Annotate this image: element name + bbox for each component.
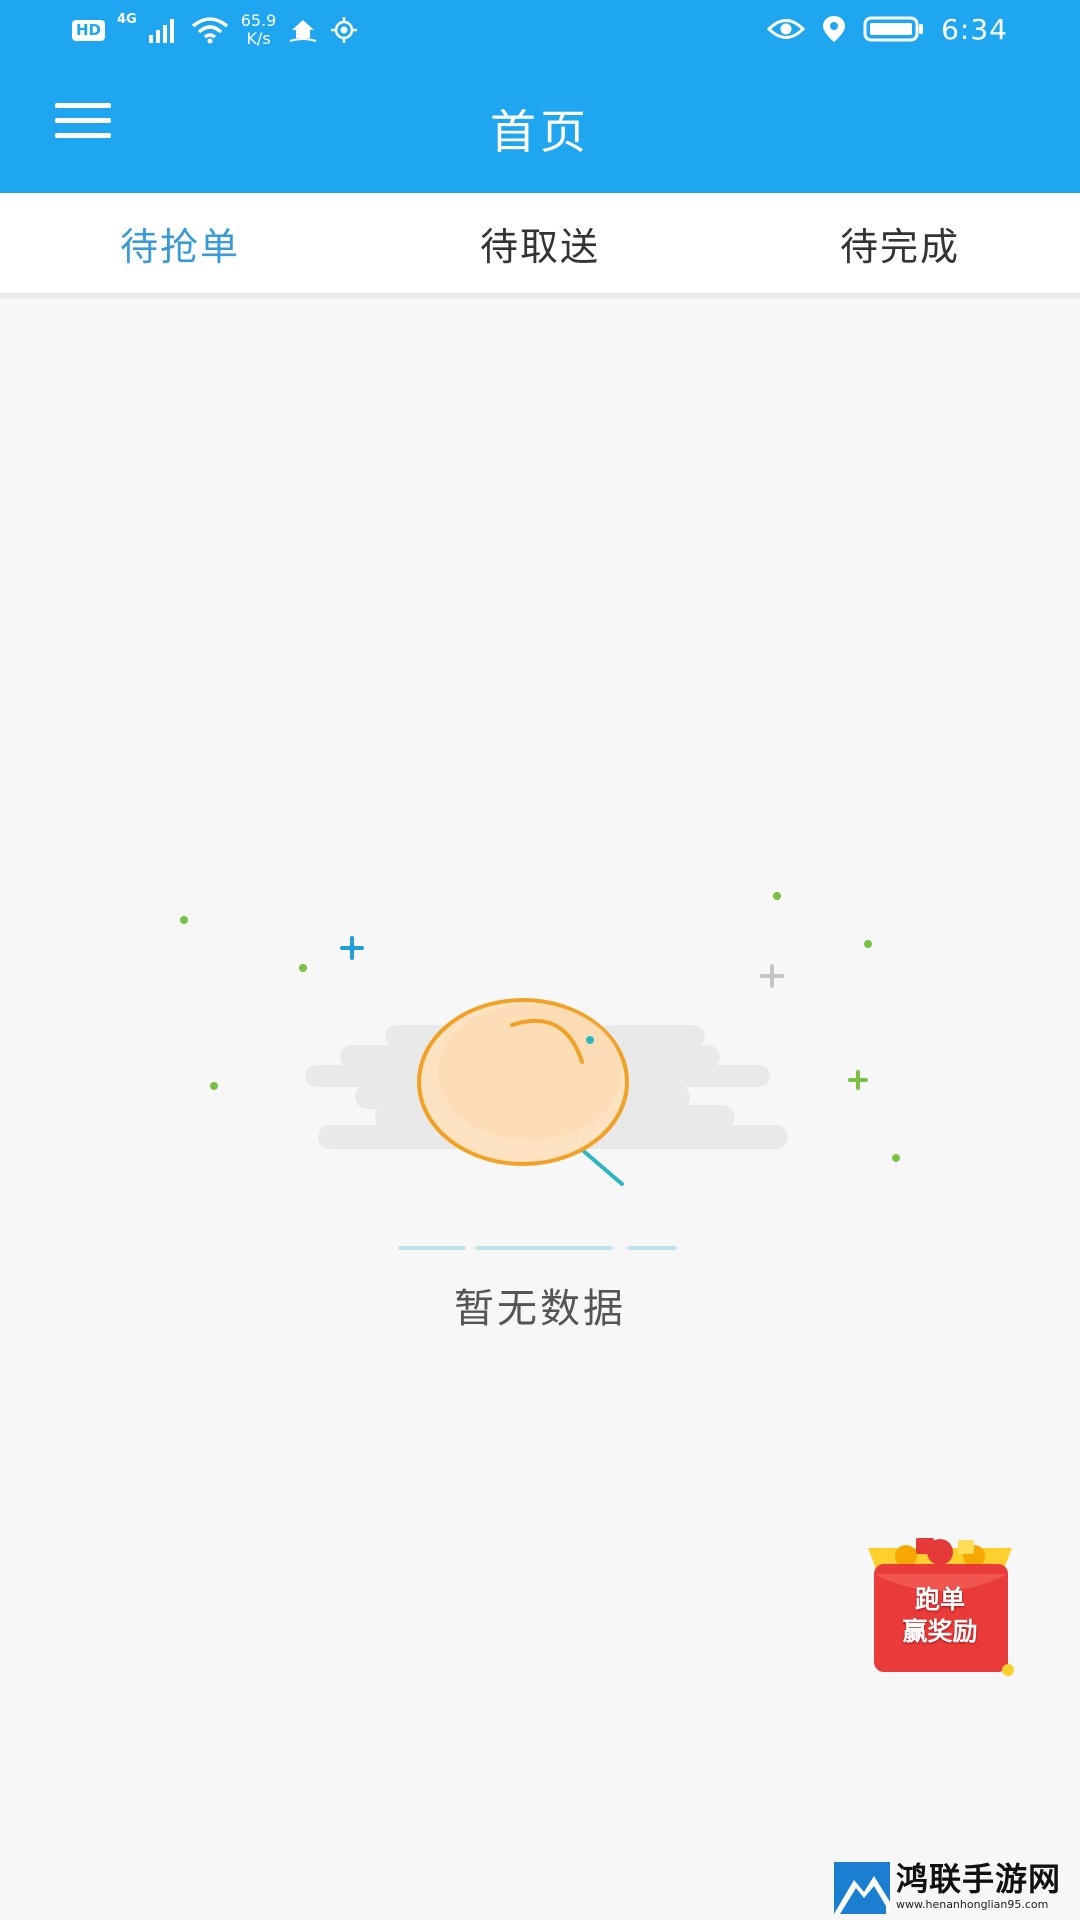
status-time: 6:34 [941, 12, 1008, 46]
promo-line1: 跑单 [914, 1585, 965, 1614]
status-bar-left: HD 4G 65.9 K/s [72, 10, 358, 50]
watermark-logo [834, 1862, 890, 1914]
tab-label: 待完成 [839, 224, 960, 269]
magnifier-empty-icon [180, 892, 900, 1250]
signal-icon [148, 19, 174, 43]
location-target-icon [331, 17, 358, 43]
watermark-url: www.henanhonglian95.com [896, 1898, 1049, 1911]
hd-badge: HD [72, 19, 106, 41]
status-bar: HD 4G 65.9 K/s 6:34 [0, 0, 1080, 58]
site-watermark: 鸿联手游网 www.henanhonglian95.com [832, 1860, 1076, 1916]
eye-icon [767, 19, 806, 39]
app-bar: 首页 [0, 58, 1080, 193]
tab-label: 待取送 [479, 224, 600, 269]
speed-value: 65.9 [240, 11, 277, 30]
promo-line2: 赢奖励 [902, 1617, 978, 1646]
home-icon [290, 20, 317, 42]
battery-icon [863, 16, 924, 42]
page-title: 首页 [490, 105, 590, 159]
tab-pending-grab[interactable]: 待抢单 [0, 193, 360, 299]
order-tabs: 待抢单 待取送 待完成 [0, 193, 1080, 299]
network-type: 4G [117, 12, 137, 27]
network-speed: 65.9 K/s [241, 12, 277, 48]
promo-label: 跑单 赢奖励 [880, 1584, 1000, 1648]
active-tab-indicator [172, 293, 188, 299]
tab-pending-complete[interactable]: 待完成 [720, 193, 1080, 293]
empty-message: 暂无数据 [454, 1286, 626, 1332]
wifi-icon [191, 17, 228, 44]
watermark-title: 鸿联手游网 [896, 1860, 1062, 1898]
location-pin-icon [823, 16, 846, 42]
status-bar-right: 6:34 [767, 8, 1008, 50]
tab-label: 待抢单 [119, 224, 240, 269]
tab-pending-delivery[interactable]: 待取送 [360, 193, 720, 293]
promo-reward-button[interactable]: 跑单 赢奖励 [862, 1534, 1020, 1680]
speed-unit: K/s [246, 29, 271, 48]
